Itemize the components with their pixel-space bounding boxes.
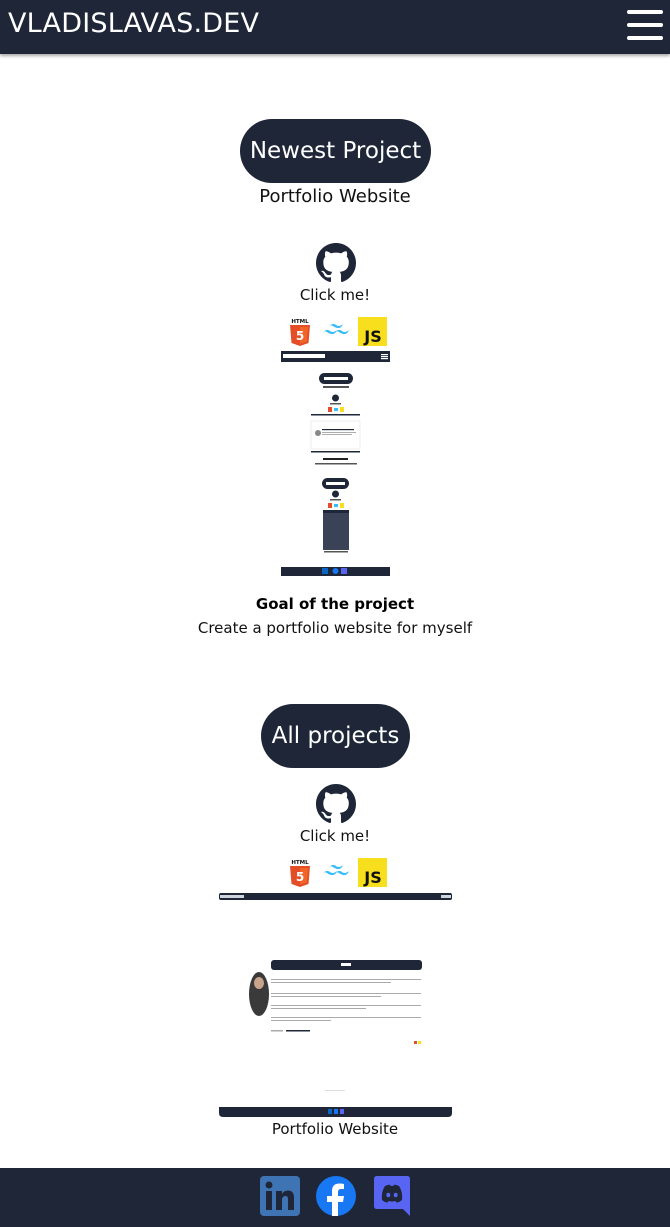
all-projects-pill: All projects	[261, 704, 410, 768]
project-screenshot	[281, 351, 390, 576]
tech-stack-row: HTML 5 JS	[289, 317, 387, 347]
svg-text:JS: JS	[363, 868, 381, 887]
linkedin-icon[interactable]	[260, 1176, 300, 1216]
svg-text:5: 5	[296, 870, 304, 884]
footer	[0, 1168, 670, 1227]
svg-text:5: 5	[296, 329, 304, 343]
project-screenshot[interactable]	[219, 893, 452, 1117]
javascript-icon: JS	[358, 858, 387, 891]
tailwind-icon	[322, 321, 350, 343]
github-icon[interactable]	[316, 243, 356, 283]
goal-heading: Goal of the project	[255, 595, 415, 613]
html5-icon: HTML 5	[289, 317, 311, 351]
newest-project-title: Portfolio Website	[259, 186, 411, 207]
svg-text:HTML: HTML	[291, 319, 309, 325]
javascript-icon: JS	[358, 317, 387, 350]
svg-text:JS: JS	[363, 327, 381, 346]
facebook-icon[interactable]	[316, 1176, 356, 1216]
discord-icon[interactable]	[372, 1176, 412, 1216]
tech-stack-row: HTML 5 JS	[289, 858, 387, 888]
goal-text: Create a portfolio website for myself	[197, 619, 473, 637]
top-navbar: VLADISLAVAS.DEV	[0, 0, 670, 54]
svg-text:HTML: HTML	[291, 860, 309, 866]
hamburger-menu-icon[interactable]	[627, 10, 663, 40]
project-caption: Portfolio Website	[271, 1120, 399, 1138]
github-icon[interactable]	[316, 784, 356, 824]
tailwind-icon	[322, 862, 350, 884]
github-link-label[interactable]: Click me!	[0, 286, 670, 304]
github-link-label[interactable]: Click me!	[0, 827, 670, 845]
html5-icon: HTML 5	[289, 858, 311, 892]
site-logo-text[interactable]: VLADISLAVAS.DEV	[8, 8, 259, 39]
newest-project-pill: Newest Project	[240, 119, 431, 183]
